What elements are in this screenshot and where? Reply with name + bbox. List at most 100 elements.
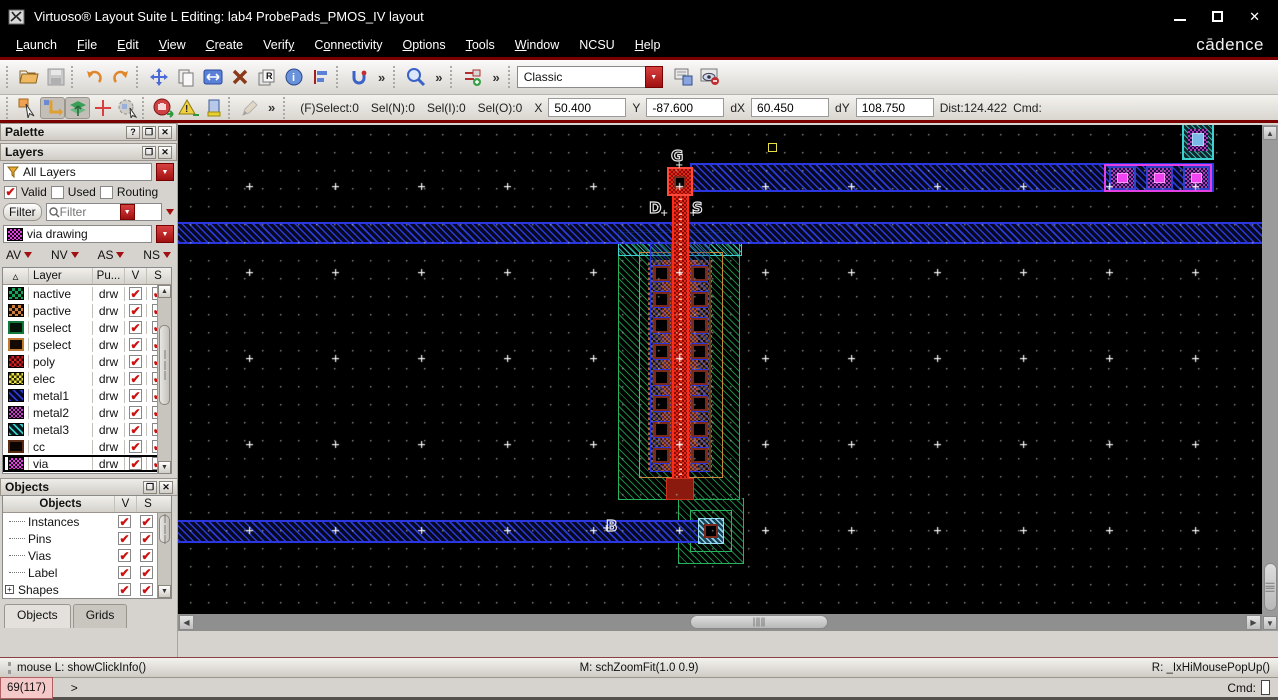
object-visible-checkbox[interactable]: [118, 583, 131, 596]
scroll-down-button[interactable]: ▼: [1263, 616, 1277, 630]
layout-canvas[interactable]: G + D + S + B +: [178, 125, 1262, 614]
elec-marker[interactable]: [768, 143, 777, 152]
layer-swatch-metal3[interactable]: [7, 423, 24, 436]
toolbar-overflow-chevron[interactable]: »: [262, 100, 281, 115]
canvas-horizontal-scrollbar[interactable]: ◀ ▶: [178, 614, 1262, 631]
layer-visible-checkbox[interactable]: [129, 440, 142, 453]
align-button[interactable]: [307, 64, 334, 91]
layers-close-button[interactable]: ✕: [158, 145, 172, 159]
object-row-instances[interactable]: Instances: [3, 513, 171, 530]
as-dropdown[interactable]: AS: [97, 248, 125, 262]
toolbar-grip[interactable]: [142, 96, 149, 119]
object-selectable-checkbox[interactable]: [140, 549, 153, 562]
palette-help-button[interactable]: ?: [126, 125, 140, 139]
layer-row-elec[interactable]: elec drw: [3, 370, 171, 387]
nv-dropdown[interactable]: NV: [51, 248, 79, 262]
workspace-combo-value[interactable]: Classic: [516, 66, 645, 88]
active-layer-arrow[interactable]: [156, 225, 174, 243]
layer-visible-checkbox[interactable]: [129, 355, 142, 368]
routing-checkbox[interactable]: [99, 185, 113, 199]
layer-swatch-via[interactable]: [7, 457, 24, 470]
menu-connectivity[interactable]: Connectivity: [304, 35, 392, 55]
objects-header[interactable]: Objects ❐ ✕: [0, 478, 178, 496]
layer-scope-arrow[interactable]: [156, 163, 174, 181]
delete-button[interactable]: [226, 64, 253, 91]
sort-indicator[interactable]: ▵: [3, 268, 29, 284]
object-row-label[interactable]: Label: [3, 564, 171, 581]
layer-swatch-pactive[interactable]: [7, 304, 24, 317]
ns-dropdown[interactable]: NS: [143, 248, 171, 262]
layer-visible-checkbox[interactable]: [129, 406, 142, 419]
via1-contact[interactable]: [1183, 166, 1210, 190]
layer-row-pselect[interactable]: pselect drw: [3, 336, 171, 353]
toolbar-grip[interactable]: [393, 66, 400, 88]
layer-visible-checkbox[interactable]: [129, 321, 142, 334]
toolbar-overflow-chevron[interactable]: »: [372, 70, 391, 85]
layer-row-pactive[interactable]: pactive drw: [3, 302, 171, 319]
filter-field[interactable]: [45, 203, 162, 221]
objects-s-header[interactable]: S: [137, 496, 159, 512]
layer-visible-checkbox[interactable]: [129, 457, 142, 470]
dx-coordinate-field[interactable]: [751, 98, 830, 117]
layer-swatch-nactive[interactable]: [7, 287, 24, 300]
menu-help[interactable]: Help: [625, 35, 671, 55]
layers-scrollbar[interactable]: ▲ ▼: [157, 285, 171, 474]
layer-row-metal1[interactable]: metal1 drw: [3, 387, 171, 404]
tab-objects[interactable]: Objects: [4, 604, 71, 628]
menu-launch[interactable]: Launch: [6, 35, 67, 55]
y-coordinate-field[interactable]: [646, 98, 725, 117]
object-selectable-checkbox[interactable]: [140, 566, 153, 579]
menu-tools[interactable]: Tools: [456, 35, 505, 55]
object-row-vias[interactable]: Vias: [3, 547, 171, 564]
maximize-button[interactable]: [1212, 11, 1224, 22]
filter-dropdown-arrow[interactable]: [119, 204, 135, 220]
objects-float-button[interactable]: ❐: [143, 480, 157, 494]
poly-end-cap[interactable]: [666, 478, 694, 500]
toolbar-grip[interactable]: [6, 96, 13, 119]
layer-row-metal3[interactable]: metal3 drw: [3, 421, 171, 438]
open-button[interactable]: [15, 64, 42, 91]
save-workspace-button[interactable]: [671, 64, 698, 91]
menu-edit[interactable]: Edit: [107, 35, 149, 55]
layer-row-metal2[interactable]: metal2 drw: [3, 404, 171, 421]
layer-visible-checkbox[interactable]: [129, 304, 142, 317]
toolbar-grip[interactable]: [136, 66, 143, 88]
scroll-up-button[interactable]: ▲: [158, 285, 171, 298]
scroll-right-button[interactable]: ▶: [1246, 615, 1261, 630]
objects-column-header[interactable]: Objects: [3, 496, 115, 512]
metal1-drain-rail[interactable]: [178, 222, 1262, 244]
object-visible-checkbox[interactable]: [118, 549, 131, 562]
filter-input[interactable]: [59, 205, 120, 219]
layers-float-button[interactable]: ❐: [142, 145, 156, 159]
hide-workspace-button[interactable]: [698, 64, 725, 91]
layer-visible-checkbox[interactable]: [129, 338, 142, 351]
toolbar-grip[interactable]: [450, 66, 457, 88]
layers-header[interactable]: Layers ❐ ✕: [0, 143, 177, 161]
redraw-button[interactable]: [345, 64, 372, 91]
layer-row-cc[interactable]: cc drw: [3, 438, 171, 455]
metal3-probe-pad[interactable]: [1182, 125, 1214, 160]
menu-window[interactable]: Window: [505, 35, 569, 55]
objects-scrollbar[interactable]: ▼: [157, 513, 171, 598]
toolbar-grip[interactable]: [71, 66, 78, 88]
crosshair-button[interactable]: [90, 97, 115, 119]
layer-swatch-metal2[interactable]: [7, 406, 24, 419]
object-row-pins[interactable]: Pins: [3, 530, 171, 547]
minimize-button[interactable]: [1174, 13, 1187, 21]
layer-row-nactive[interactable]: nactive drw: [3, 285, 171, 302]
expand-icon[interactable]: +: [5, 585, 14, 594]
layer-row-via[interactable]: via drw: [3, 455, 171, 472]
layers-table-header[interactable]: ▵ Layer Pu... V S: [3, 268, 171, 285]
layer-visible-checkbox[interactable]: [129, 372, 142, 385]
scroll-up-button[interactable]: ▲: [1263, 126, 1277, 140]
x-coordinate-field[interactable]: [548, 98, 627, 117]
layer-visible-checkbox[interactable]: [129, 287, 142, 300]
palette-header[interactable]: Palette ? ❐ ✕: [0, 123, 177, 141]
object-visible-checkbox[interactable]: [118, 532, 131, 545]
menu-view[interactable]: View: [149, 35, 196, 55]
poly-gate[interactable]: [672, 192, 689, 480]
filter-button[interactable]: Filter: [3, 203, 42, 221]
path-mode-button[interactable]: [40, 96, 65, 119]
av-dropdown[interactable]: AV: [6, 248, 33, 262]
toolbar-grip[interactable]: [228, 96, 235, 119]
